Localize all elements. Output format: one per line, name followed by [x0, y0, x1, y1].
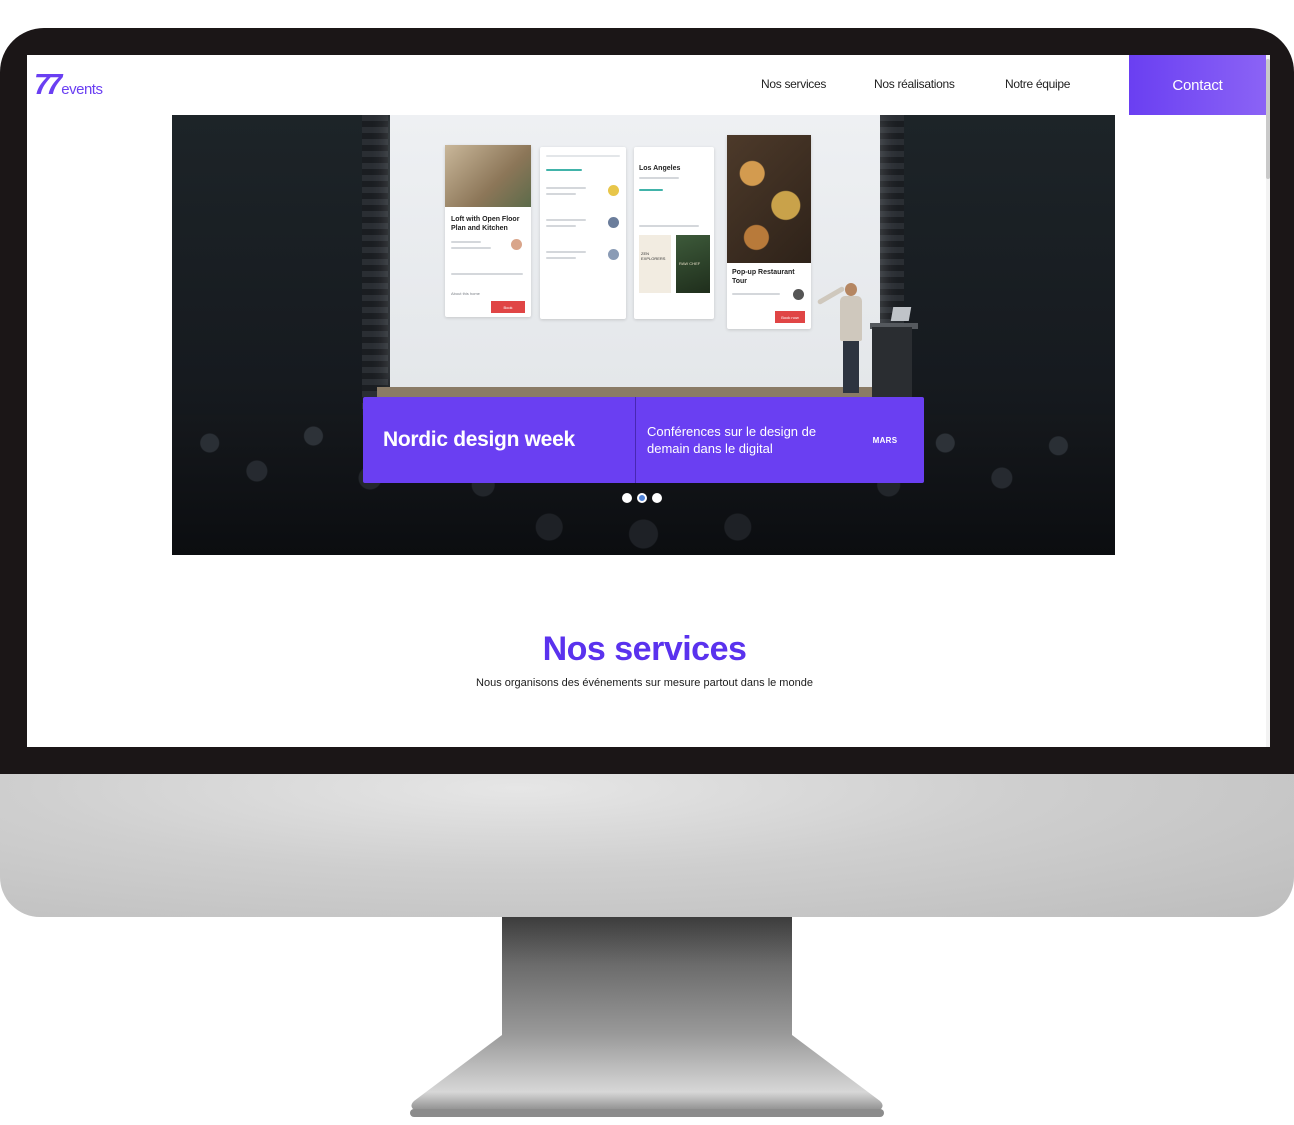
card-tab-indicator — [546, 169, 582, 171]
card-line — [451, 247, 491, 249]
services-title: Nos services — [542, 630, 747, 668]
card-line — [732, 293, 780, 295]
nav-link-services[interactable]: Nos services — [761, 77, 826, 91]
host-avatar — [511, 239, 522, 250]
card-line — [451, 273, 523, 275]
card-photo-food — [727, 135, 811, 263]
card-line — [639, 177, 679, 179]
site-logo[interactable]: 77 events — [34, 69, 103, 101]
screen-card-la: Los Angeles ZEN EXPLORERS RAW CHEF — [634, 147, 714, 319]
book-cover-raw: RAW CHEF — [676, 235, 710, 293]
card-line — [546, 155, 620, 157]
card-line — [546, 187, 586, 189]
card-title-loft: Loft with Open Floor Plan and Kitchen — [451, 216, 520, 232]
card-title-la: Los Angeles — [639, 165, 681, 172]
monitor-chin — [0, 774, 1294, 917]
event-month: MARS — [872, 435, 898, 445]
screen-card-list — [540, 147, 626, 319]
event-title: Nordic design week — [363, 397, 636, 483]
card-line — [546, 193, 576, 195]
nav-link-realisations[interactable]: Nos réalisations — [874, 77, 955, 91]
card-line — [639, 225, 699, 227]
card-line — [546, 219, 586, 221]
card-line — [546, 257, 576, 259]
carousel-dot-2[interactable] — [637, 493, 647, 503]
card-about-label: About this home — [451, 291, 480, 296]
card-book-now-button: Book now — [775, 311, 805, 323]
contact-button[interactable]: Contact — [1129, 55, 1266, 115]
card-line — [639, 189, 663, 191]
stage-truss — [362, 115, 388, 415]
hero-carousel: Loft with Open Floor Plan and Kitchen Ab… — [172, 115, 1115, 555]
carousel-dot-3[interactable] — [652, 493, 662, 503]
host-avatar — [793, 289, 804, 300]
monitor-stand-neck — [502, 917, 792, 1035]
event-banner[interactable]: Nordic design week Conférences sur le de… — [363, 397, 924, 483]
list-avatar — [608, 185, 619, 196]
services-subtitle: Nous organisons des événements sur mesur… — [476, 677, 813, 689]
list-avatar — [608, 217, 619, 228]
speaker — [816, 283, 864, 393]
nav-link-equipe[interactable]: Notre équipe — [1005, 77, 1070, 91]
browser-viewport: 77 events Nos services Nos réalisations … — [27, 55, 1270, 747]
carousel-dot-1[interactable] — [622, 493, 632, 503]
page-scrollbar[interactable] — [1266, 55, 1270, 747]
carousel-dots — [622, 493, 662, 503]
logo-word: events — [61, 81, 103, 98]
scrollbar-thumb[interactable] — [1266, 59, 1270, 179]
card-title-popup: Pop-up Restaurant Tour — [732, 269, 795, 285]
card-book-button: Book — [491, 301, 525, 313]
screen-card-loft: Loft with Open Floor Plan and Kitchen Ab… — [445, 145, 531, 317]
list-avatar — [608, 249, 619, 260]
podium — [872, 327, 912, 407]
card-line — [546, 251, 586, 253]
card-line — [451, 241, 481, 243]
screen-card-popup: Pop-up Restaurant Tour Book now — [727, 135, 811, 329]
card-photo-loft — [445, 145, 531, 207]
event-description: Conférences sur le design de demain dans… — [647, 424, 817, 456]
projection-screen: Loft with Open Floor Plan and Kitchen Ab… — [390, 115, 880, 387]
laptop — [890, 307, 912, 321]
book-cover-zen: ZEN EXPLORERS — [639, 235, 671, 293]
monitor-stand-foot — [408, 1035, 886, 1121]
logo-mark: 77 — [34, 69, 62, 101]
card-line — [546, 225, 576, 227]
